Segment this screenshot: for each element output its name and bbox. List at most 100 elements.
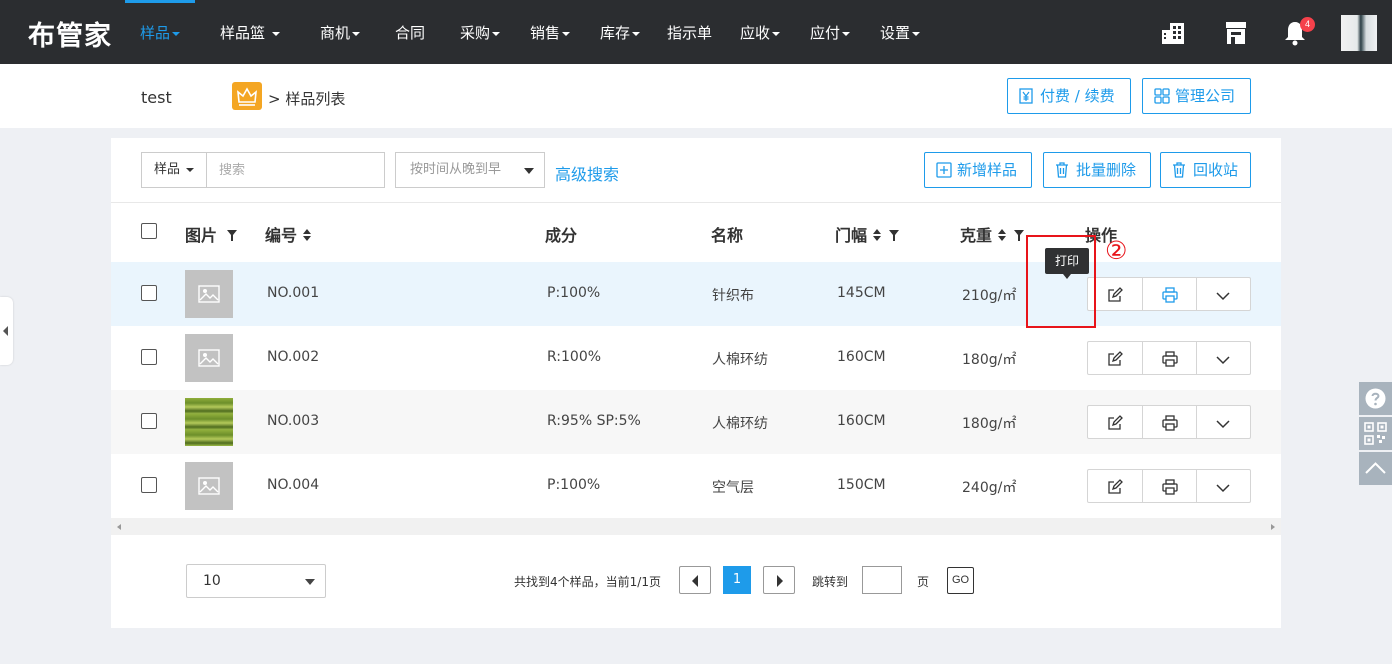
edit-button[interactable] [1088,278,1142,310]
print-button[interactable] [1142,342,1196,374]
sample-width: 145CM [837,285,886,301]
sort-icon[interactable] [872,229,881,241]
manage-company-button[interactable]: 管理公司 [1142,78,1251,114]
sample-thumbnail[interactable] [185,462,233,510]
printer-icon [1162,415,1178,431]
scroll-right-icon[interactable] [1271,524,1275,530]
column-header-label: 门幅 [835,226,868,245]
sample-code: NO.003 [267,413,320,429]
sample-thumbnail[interactable] [185,334,233,382]
page-size-value: 10 [203,573,221,589]
advanced-search-link[interactable]: 高级搜索 [555,161,619,185]
question-icon [1365,388,1386,409]
more-actions-dropdown[interactable] [1196,406,1250,438]
nav-item-receivables[interactable]: 应收 [740,0,781,64]
row-checkbox[interactable] [141,285,157,301]
jump-page-input[interactable] [862,566,902,594]
nav-item-sample-basket[interactable]: 样品篮 [220,0,280,64]
sort-icon[interactable] [302,229,311,241]
column-header-composition: 成分 [545,226,578,245]
go-button[interactable]: GO [947,567,974,594]
recycle-bin-button[interactable]: 回收站 [1160,152,1251,188]
company-building-icon[interactable] [1160,20,1186,46]
filter-icon[interactable] [226,230,237,241]
qr-code-button[interactable] [1359,417,1392,450]
image-placeholder-icon [198,285,220,303]
chevron-down-icon [271,31,280,36]
sidebar-collapse-tab[interactable] [0,297,13,365]
more-actions-dropdown[interactable] [1196,470,1250,502]
sample-thumbnail[interactable] [185,398,233,446]
column-header-width[interactable]: 门幅 [835,222,900,246]
table-row[interactable]: NO.002 R:100% 人棉环纺 160CM 180g/㎡ [111,326,1281,390]
scroll-left-icon[interactable] [117,524,121,530]
column-header-image[interactable]: 图片 [185,222,237,246]
logo[interactable]: 布管家 [28,14,112,53]
search-input[interactable] [206,152,385,188]
nav-item-contracts[interactable]: 合同 [395,0,425,64]
batch-delete-button[interactable]: 批量删除 [1043,152,1151,188]
nav-item-settings[interactable]: 设置 [880,0,921,64]
table-row[interactable]: NO.001 P:100% 针织布 145CM 210g/㎡ [111,262,1281,326]
sample-code: NO.002 [267,349,320,365]
nav-item-sales[interactable]: 销售 [530,0,571,64]
nav-item-opportunities[interactable]: 商机 [320,0,361,64]
row-checkbox[interactable] [141,413,157,429]
store-icon[interactable] [1223,20,1249,46]
row-checkbox[interactable] [141,349,157,365]
back-to-top-button[interactable] [1359,452,1392,485]
nav-item-inventory[interactable]: 库存 [600,0,641,64]
pay-renew-label: 付费 / 续费 [1040,87,1115,105]
current-page-button[interactable]: 1 [723,566,751,594]
filter-icon[interactable] [1014,230,1025,241]
pay-renew-button[interactable]: 付费 / 续费 [1007,78,1131,114]
more-actions-dropdown[interactable] [1196,342,1250,374]
page-size-select[interactable]: 10 [186,564,326,598]
yuan-receipt-icon [1019,88,1033,104]
nav-item-purchasing[interactable]: 采购 [460,0,501,64]
nav-item-samples[interactable]: 样品 [125,0,195,64]
edit-icon [1108,287,1123,302]
search-type-select[interactable]: 样品 [141,152,207,188]
print-button[interactable] [1142,470,1196,502]
sort-order-select[interactable]: 按时间从晚到早 [395,152,545,188]
print-button[interactable] [1142,406,1196,438]
select-all-checkbox[interactable] [141,223,157,239]
avatar[interactable] [1341,15,1377,51]
caret-left-icon [692,575,698,587]
sample-composition: P:100% [547,285,601,301]
nav-item-instruction-sheet[interactable]: 指示单 [667,0,712,64]
search-type-value: 样品 [154,162,181,177]
help-button[interactable] [1359,382,1392,415]
nav-item-payables[interactable]: 应付 [810,0,851,64]
edit-icon [1108,351,1123,366]
print-button[interactable] [1142,278,1196,310]
edit-button[interactable] [1088,470,1142,502]
filter-icon[interactable] [889,230,900,241]
column-header-code[interactable]: 编号 [265,222,311,246]
table-row[interactable]: NO.004 P:100% 空气层 150CM 240g/㎡ [111,454,1281,518]
edit-button[interactable] [1088,406,1142,438]
chevron-down-icon [186,167,195,172]
sample-composition: R:100% [547,349,602,365]
breadcrumb-header: test > 样品列表 付费 / 续费 管理公司 [0,64,1392,128]
sort-icon[interactable] [997,229,1006,241]
add-sample-button[interactable]: 新增样品 [924,152,1032,188]
caret-right-icon [777,575,783,587]
top-navigation-bar: 布管家 样品 样品篮 商机 合同 采购 销售 库存 指示单 应收 应付 设置 4 [0,0,1392,64]
column-header-label: 克重 [960,226,993,245]
table-row[interactable]: NO.003 R:95% SP:5% 人棉环纺 160CM 180g/㎡ [111,390,1281,454]
column-header-weight[interactable]: 克重 [960,222,1025,246]
horizontal-scrollbar[interactable] [111,518,1281,535]
sample-composition: R:95% SP:5% [547,413,641,429]
chevron-down-icon [1216,356,1230,365]
prev-page-button[interactable] [679,566,711,594]
next-page-button[interactable] [763,566,795,594]
sample-thumbnail[interactable] [185,270,233,318]
row-checkbox[interactable] [141,477,157,493]
manage-company-label: 管理公司 [1175,87,1236,105]
row-actions [1087,277,1251,311]
edit-button[interactable] [1088,342,1142,374]
more-actions-dropdown[interactable] [1196,278,1250,310]
row-actions [1087,341,1251,375]
